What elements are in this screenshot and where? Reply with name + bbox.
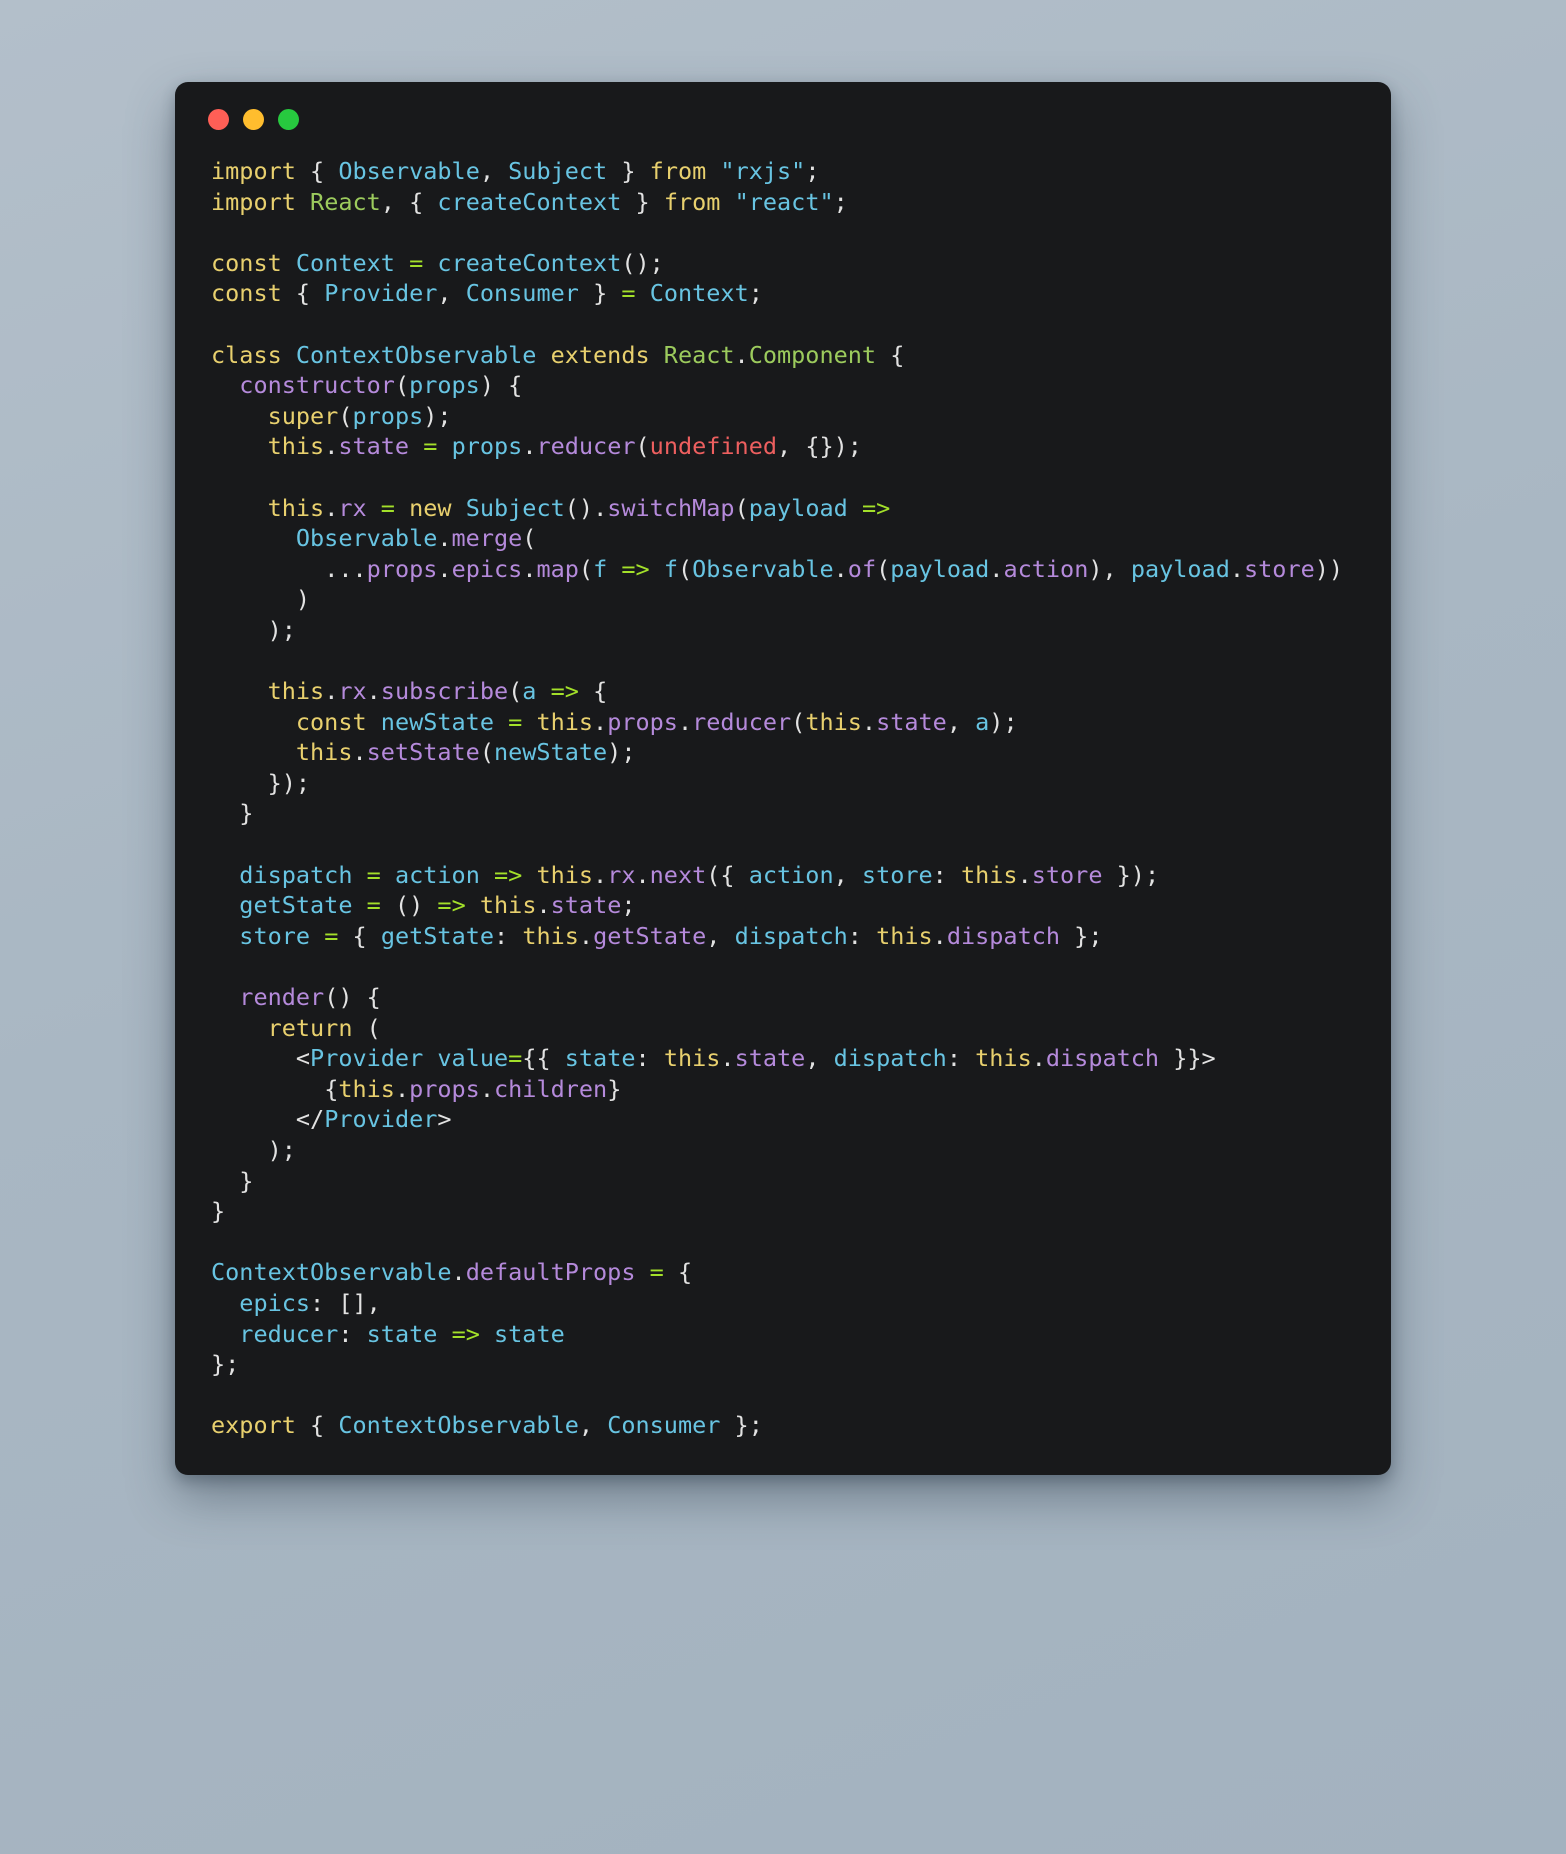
code-line: } — [239, 1166, 254, 1195]
code-line: epics: [], — [239, 1288, 381, 1317]
code-line: ); — [267, 1136, 296, 1164]
window-titlebar — [175, 82, 1391, 156]
code-line: import { Observable, Subject } from "rxj… — [211, 157, 820, 185]
code-line: dispatch = action => this.rx.next({ acti… — [239, 860, 1160, 889]
code-line: const Context = createContext(); — [211, 248, 664, 277]
code-line: getState = () => this.state; — [239, 891, 636, 920]
code-line: }); — [267, 768, 311, 797]
code-line: export { ContextObservable, Consumer }; — [211, 1411, 763, 1440]
code-line: this.state = props.reducer(undefined, {}… — [267, 432, 862, 461]
code-line: constructor(props) { — [239, 371, 523, 400]
code-line: class ContextObservable extends React.Co… — [211, 340, 905, 369]
code-line: ...props.epics.map(f => f(Observable.of(… — [324, 554, 1344, 583]
code-line: super(props); — [267, 401, 452, 430]
code-line: import React, { createContext } from "re… — [211, 187, 848, 216]
code-line: render() { — [239, 983, 381, 1012]
code-block[interactable]: import { Observable, Subject } from "rxj… — [175, 156, 1391, 1441]
code-line: Observable.merge( — [295, 524, 537, 553]
code-line: } — [239, 799, 254, 828]
screenshot-page: import { Observable, Subject } from "rxj… — [0, 0, 1566, 1854]
close-window-button[interactable] — [208, 108, 229, 130]
code-line: </Provider> — [295, 1105, 452, 1134]
code-line: const { Provider, Consumer } = Context; — [211, 279, 763, 308]
code-line: return ( — [267, 1013, 381, 1042]
code-line: } — [211, 1197, 226, 1226]
code-line: store = { getState: this.getState, dispa… — [239, 921, 1103, 950]
code-line: <Provider value={{ state: this.state, di… — [295, 1044, 1216, 1073]
code-line: {this.props.children} — [324, 1074, 622, 1103]
code-line: }; — [211, 1350, 240, 1379]
zoom-window-button[interactable] — [278, 108, 299, 130]
code-line: ) — [295, 585, 311, 614]
code-line: this.setState(newState); — [295, 738, 636, 767]
code-line: this.rx = new Subject().switchMap(payloa… — [267, 493, 891, 522]
code-line: this.rx.subscribe(a => { — [267, 677, 608, 706]
code-line: ); — [267, 615, 296, 644]
code-line: reducer: state => state — [239, 1319, 565, 1348]
code-line: const newState = this.props.reducer(this… — [295, 707, 1018, 736]
code-window: import { Observable, Subject } from "rxj… — [175, 82, 1391, 1475]
code-line: ContextObservable.defaultProps = { — [211, 1258, 693, 1287]
minimize-window-button[interactable] — [243, 108, 264, 130]
